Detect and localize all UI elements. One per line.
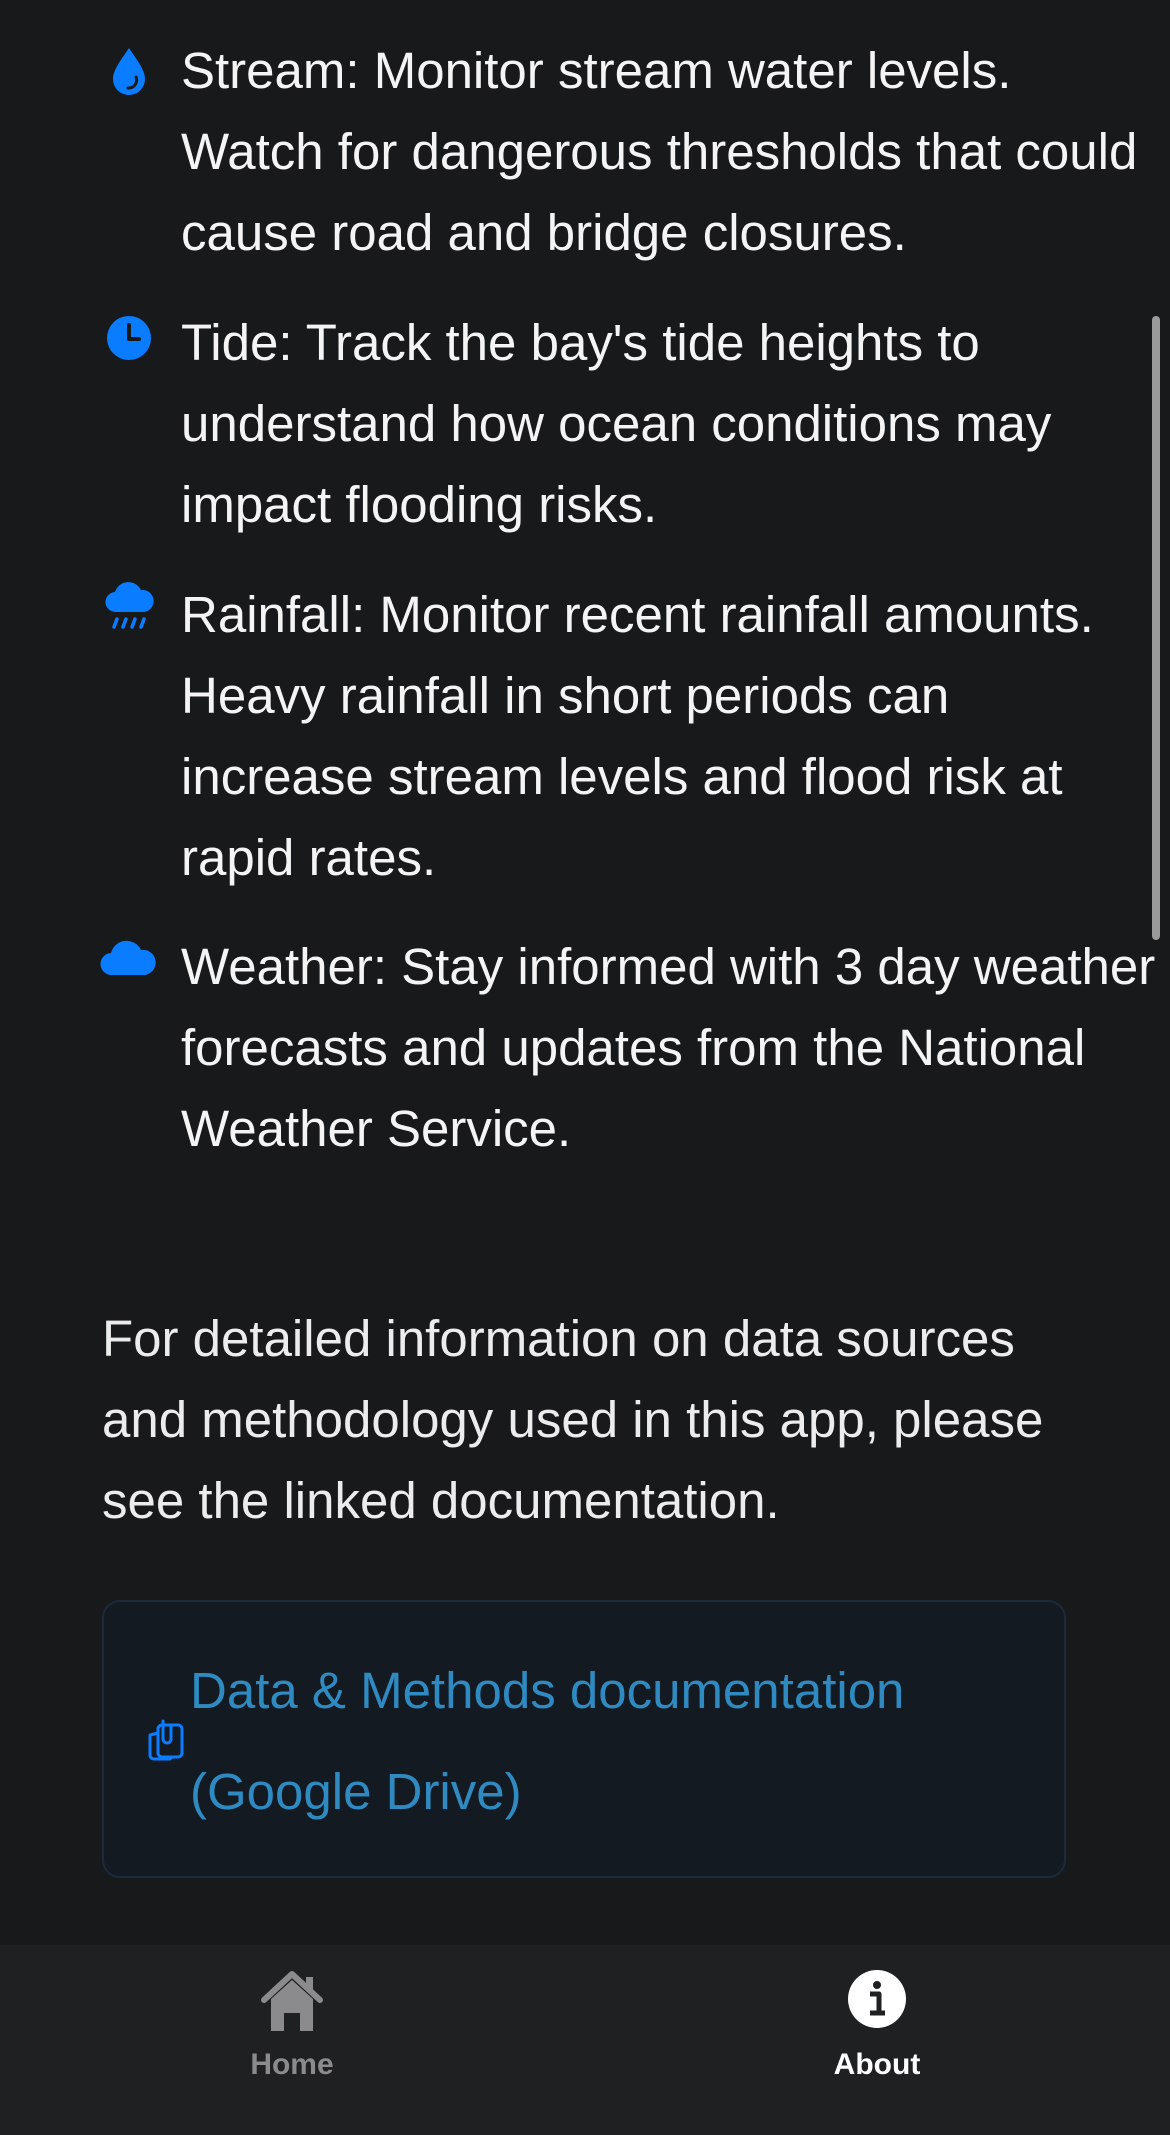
home-icon [257, 1969, 327, 2038]
cloud-icon [100, 928, 158, 986]
documentation-link-label: Data & Methods documentation (Google Dri… [190, 1662, 905, 1820]
feature-weather-text: Weather: Stay informed with 3 day weathe… [181, 938, 1156, 1157]
documentation-info-text: For detailed information on data sources… [102, 1310, 1044, 1529]
clock-icon [100, 309, 158, 367]
document-clip-icon [144, 1717, 192, 1765]
feature-stream-text: Stream: Monitor stream water levels. Wat… [181, 42, 1138, 261]
scrollbar[interactable] [1152, 316, 1160, 940]
tab-about-label: About [833, 2048, 921, 2081]
feature-tide-text: Tide: Track the bay's tide heights to un… [181, 314, 1052, 533]
tab-home-label: Home [250, 2048, 334, 2081]
about-content: Stream: Monitor stream water levels. Wat… [0, 0, 1170, 1945]
rain-cloud-icon [100, 577, 158, 635]
info-icon [847, 1969, 907, 2034]
documentation-link-button[interactable]: Data & Methods documentation (Google Dri… [102, 1600, 1066, 1878]
feature-rainfall-text: Rainfall: Monitor recent rainfall amount… [181, 586, 1094, 886]
bottom-tab-bar: Home About [0, 1945, 1170, 2135]
tab-about[interactable]: About [727, 1945, 1027, 2135]
tab-home[interactable]: Home [142, 1945, 442, 2135]
water-drop-icon [100, 42, 158, 100]
